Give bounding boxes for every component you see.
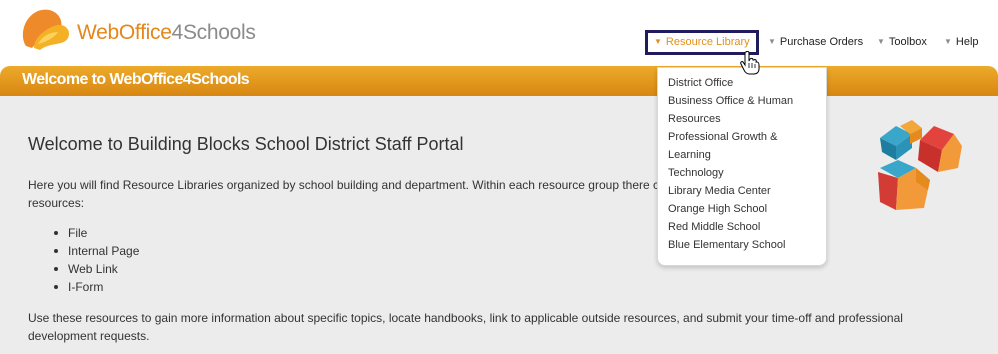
dropdown-item-professional-growth[interactable]: Professional Growth & bbox=[668, 128, 826, 146]
nav-resource-library-label: Resource Library bbox=[665, 36, 750, 48]
hand-pointer-icon bbox=[740, 51, 760, 75]
resource-type-list: File Internal Page Web Link I-Form bbox=[53, 224, 140, 296]
nav-help-label: Help bbox=[955, 36, 979, 48]
dropdown-item-technology[interactable]: Technology bbox=[668, 164, 826, 182]
nav-purchase-orders-label: Purchase Orders bbox=[779, 36, 864, 48]
triangle-down-icon: ▼ bbox=[654, 37, 662, 46]
nav-toolbox-label: Toolbox bbox=[888, 36, 927, 48]
list-item: Internal Page bbox=[53, 244, 140, 258]
welcome-bar-title: Welcome to WebOffice4Schools bbox=[22, 71, 250, 88]
nav-help[interactable]: ▼ Help bbox=[944, 30, 979, 55]
list-item: I-Form bbox=[53, 278, 139, 296]
welcome-bar: Welcome to WebOffice4Schools bbox=[0, 66, 998, 96]
dropdown-item-red-middle-school[interactable]: Red Middle School bbox=[668, 218, 826, 236]
dropdown-item-professional-growth-cont[interactable]: Learning bbox=[668, 146, 826, 164]
triangle-down-icon: ▼ bbox=[877, 37, 885, 46]
top-navigation: ▼ Resource Library ▼ Purchase Orders ▼ Tool… bbox=[0, 30, 998, 55]
page-title: Welcome to Building Blocks School Distri… bbox=[28, 134, 464, 154]
outro-text: Use these resources to gain more informa… bbox=[28, 311, 903, 343]
triangle-down-icon: ▼ bbox=[768, 37, 776, 46]
intro-line1: Here you will find Resource Libraries or… bbox=[28, 178, 660, 192]
dropdown-item-orange-high-school[interactable]: Orange High School bbox=[668, 200, 826, 218]
resource-library-dropdown: District Office Business Office & Human … bbox=[657, 67, 827, 266]
intro-line2: resources: bbox=[28, 196, 85, 210]
dropdown-item-business-office-cont[interactable]: Resources bbox=[668, 110, 826, 128]
list-item: File bbox=[53, 224, 139, 242]
triangle-down-icon: ▼ bbox=[944, 37, 952, 46]
dropdown-item-district-office[interactable]: District Office bbox=[668, 74, 826, 92]
main-content: Welcome to Building Blocks School Distri… bbox=[0, 96, 998, 354]
dropdown-item-business-office[interactable]: Business Office & Human bbox=[668, 92, 826, 110]
list-item: Web Link bbox=[53, 260, 139, 278]
dropdown-item-blue-elementary-school[interactable]: Blue Elementary School bbox=[668, 236, 826, 254]
nav-purchase-orders[interactable]: ▼ Purchase Orders bbox=[768, 30, 863, 55]
building-blocks-icon bbox=[878, 120, 962, 210]
dropdown-item-library-media-center[interactable]: Library Media Center bbox=[668, 182, 826, 200]
nav-toolbox[interactable]: ▼ Toolbox bbox=[877, 30, 927, 55]
